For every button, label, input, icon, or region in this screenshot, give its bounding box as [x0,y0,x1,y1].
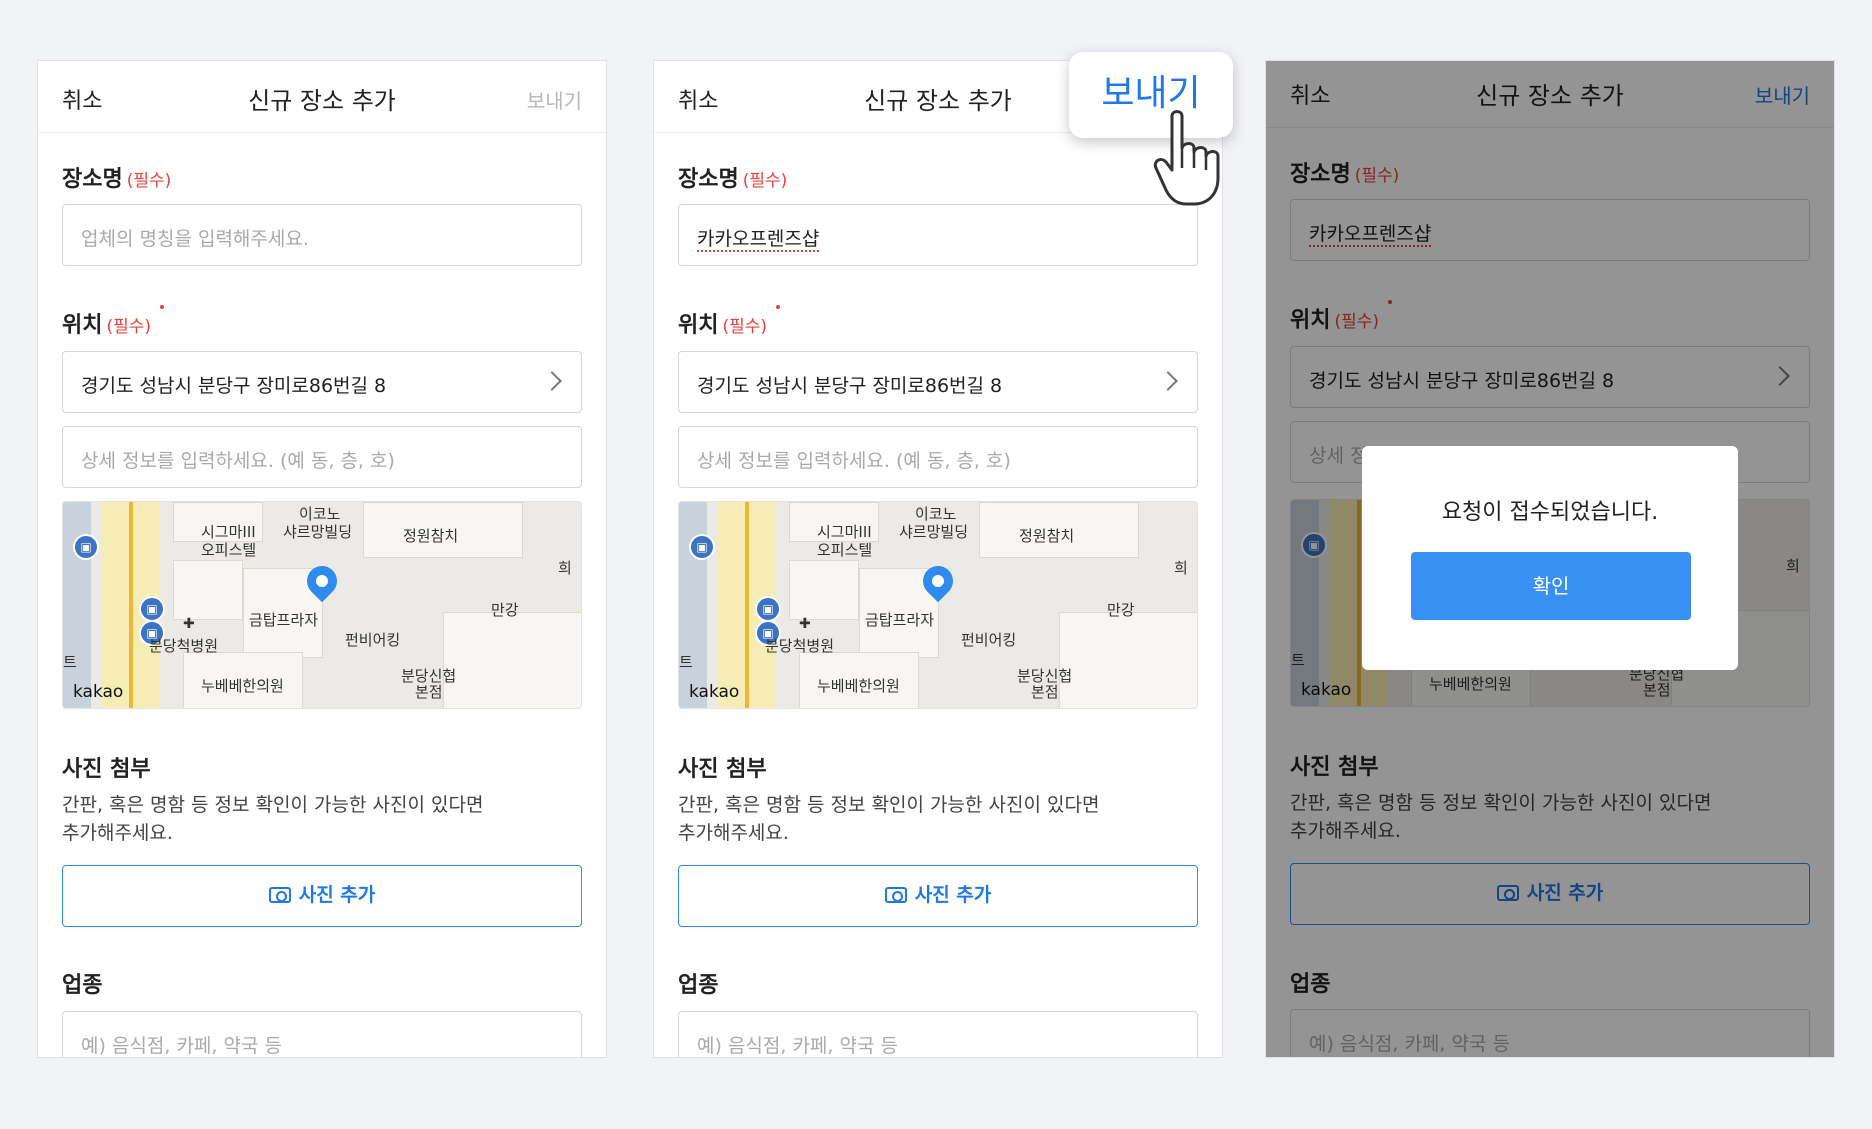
kakao-logo: kakao [73,682,124,702]
tap-hand-icon [1153,110,1220,206]
screen-filled-form: 취소 신규 장소 추가 장소명 (필수) 카카오프렌즈샵 위치 (필수) 경기도 성… [653,60,1223,1058]
required-dot [160,305,164,309]
add-photo-button[interactable]: 사진 추가 [62,865,582,927]
hospital-icon: ✚ [183,616,195,632]
detail-input[interactable]: 상세 정보를 입력하세요. (예 동, 층, 호) [678,426,1198,488]
bus-stop-icon: ▣ [73,534,99,560]
nav-bar: 취소 신규 장소 추가 보내기 [38,61,606,133]
address-text: 경기도 성남시 분당구 장미로86번길 8 [697,375,1003,397]
address-text: 경기도 성남시 분당구 장미로86번길 8 [81,375,387,397]
map-preview[interactable]: ▣ ▣ ▣ 이코노 시그마III 오피스텔 샤르망빌딩 정원참치 희 만강 금탑… [678,501,1198,709]
required-dot [776,305,780,309]
page-title: 신규 장소 추가 [248,87,396,115]
name-value: 카카오프렌즈샵 [697,228,820,252]
location-label: 위치 (필수) [62,313,152,338]
required-mark: (필수) [742,171,788,191]
hospital-icon: ✚ [799,616,811,632]
camera-icon [268,887,291,903]
address-selector[interactable]: 경기도 성남시 분당구 장미로86번길 8 [62,351,582,413]
category-label: 업종 [678,973,719,998]
chevron-right-icon [542,371,562,391]
name-input[interactable]: 업체의 명칭을 입력해주세요. [62,204,582,266]
photo-description: 간판, 혹은 명함 등 정보 확인이 가능한 사진이 있다면 추가해주세요. [678,794,1100,844]
detail-input[interactable]: 상세 정보를 입력하세요. (예 동, 층, 호) [62,426,582,488]
chevron-right-icon [1158,371,1178,391]
name-label: 장소명 (필수) [62,167,172,192]
required-mark: (필수) [126,171,172,191]
location-label: 위치 (필수) [678,313,768,338]
photo-description: 간판, 혹은 명함 등 정보 확인이 가능한 사진이 있다면 추가해주세요. [62,794,484,844]
photo-label: 사진 첨부 [62,757,151,782]
confirm-button[interactable]: 확인 [1411,552,1691,620]
address-selector[interactable]: 경기도 성남시 분당구 장미로86번길 8 [678,351,1198,413]
kakao-logo: kakao [689,682,740,702]
camera-icon [884,887,907,903]
add-photo-button[interactable]: 사진 추가 [678,865,1198,927]
name-label: 장소명 (필수) [678,167,788,192]
required-mark: (필수) [722,317,768,337]
category-input[interactable]: 예) 음식점, 카페, 약국 등 [678,1011,1198,1057]
required-mark: (필수) [106,317,152,337]
confirmation-dialog: 요청이 접수되었습니다. 확인 [1362,446,1738,670]
send-button[interactable]: 보내기 [527,85,582,114]
dialog-message: 요청이 접수되었습니다. [1441,500,1659,525]
category-label: 업종 [62,973,103,998]
screen-empty-form: 취소 신규 장소 추가 보내기 장소명 (필수) 업체의 명칭을 입력해주세요. … [37,60,607,1058]
map-preview[interactable]: ▣ ▣ ▣ 이코노 시그마III 오피스텔 샤르망빌딩 정원참치 희 만강 금탑… [62,501,582,709]
screen-submitted: 취소 신규 장소 추가 보내기 장소명 (필수) 카카오프렌즈샵 위치 (필수) 경… [1265,60,1835,1058]
photo-label: 사진 첨부 [678,757,767,782]
bus-stop-icon: ▣ [139,596,165,622]
bus-stop-icon: ▣ [689,534,715,560]
bus-stop-icon: ▣ [755,596,781,622]
name-input[interactable]: 카카오프렌즈샵 [678,204,1198,266]
category-input[interactable]: 예) 음식점, 카페, 약국 등 [62,1011,582,1057]
